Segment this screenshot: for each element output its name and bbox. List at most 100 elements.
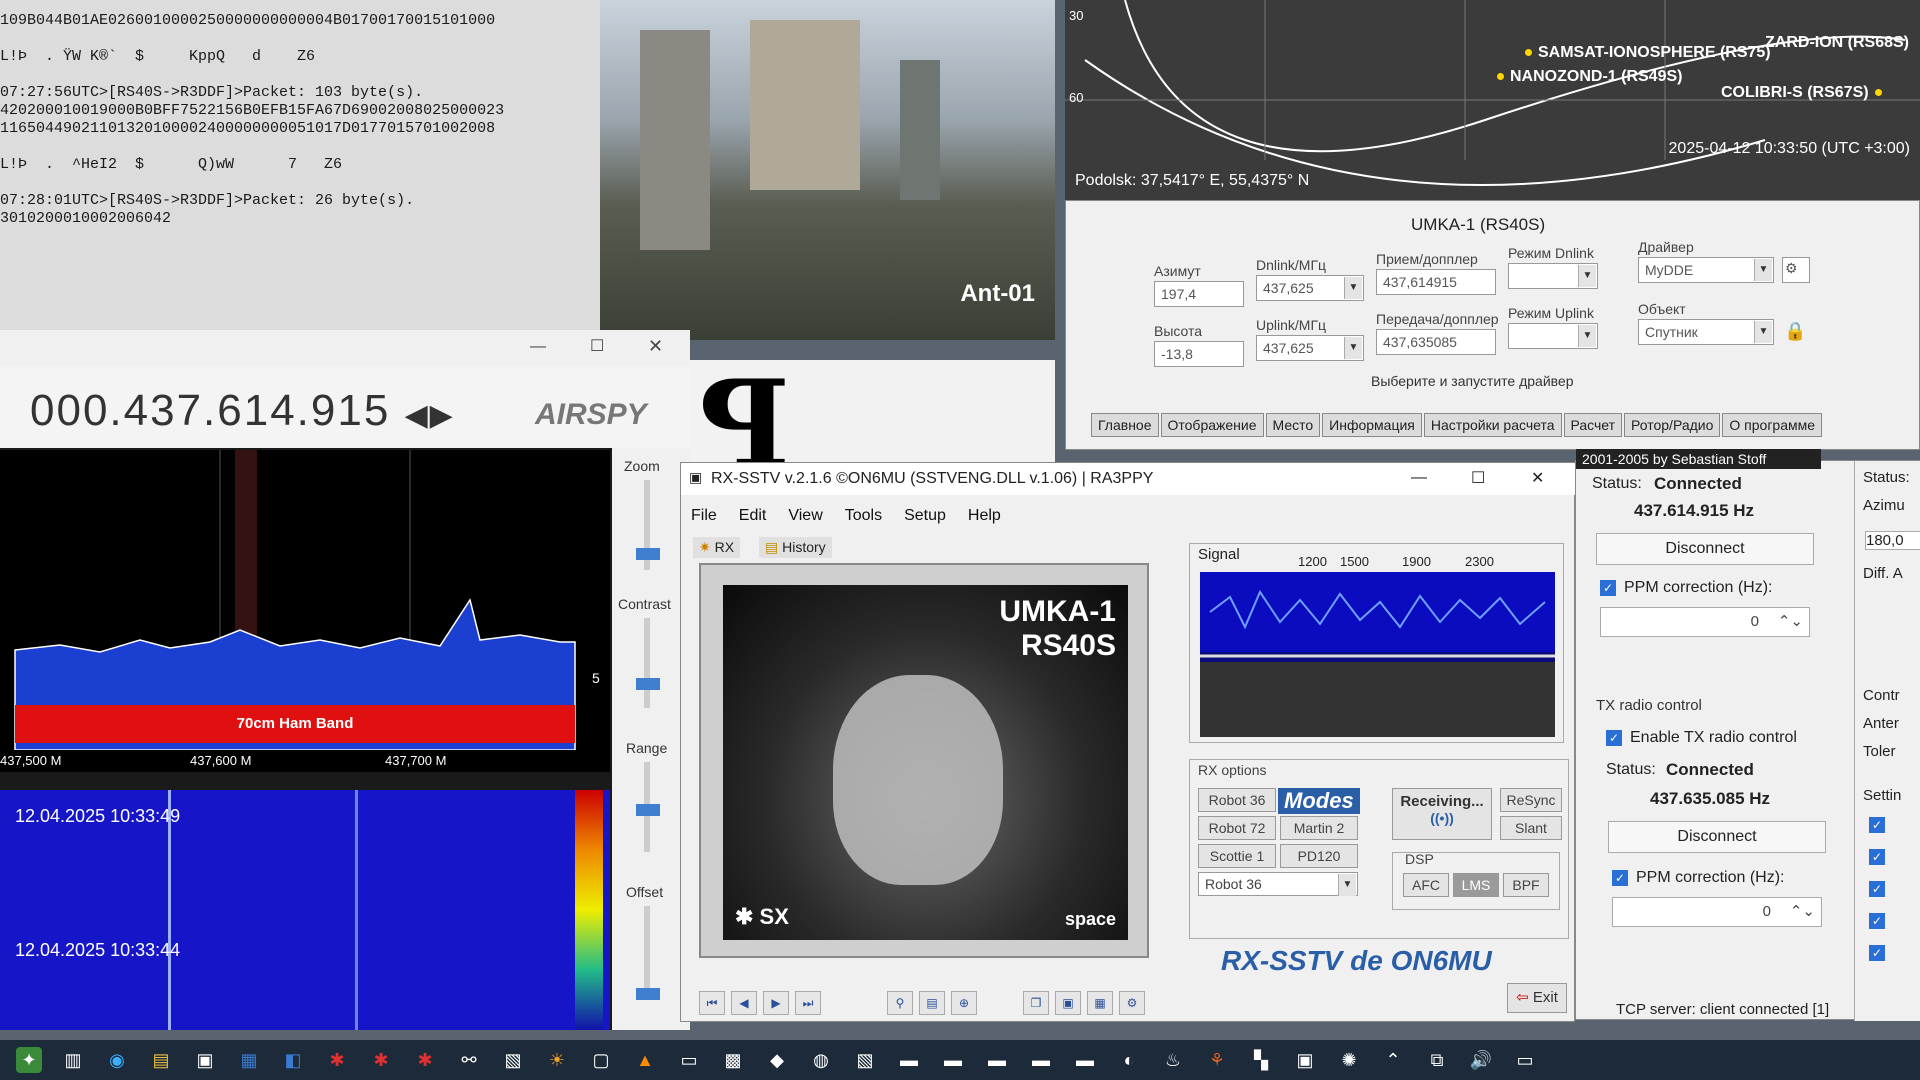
file-explorer-icon[interactable]: ▤ xyxy=(148,1047,174,1073)
volume-icon[interactable]: 🔊 xyxy=(1468,1047,1494,1073)
driver-select[interactable]: MyDDE ▼ xyxy=(1638,257,1774,283)
tab-about[interactable]: О программе xyxy=(1722,413,1823,437)
sun-icon[interactable]: ☀ xyxy=(544,1047,570,1073)
tab-calc-settings[interactable]: Настройки расчета xyxy=(1423,413,1562,437)
tab-location[interactable]: Место xyxy=(1265,413,1321,437)
tx-doppler-field[interactable]: 437,635085 xyxy=(1376,329,1496,355)
receiving-button[interactable]: Receiving... ((•)) xyxy=(1392,788,1492,840)
menu-setup[interactable]: Setup xyxy=(904,507,946,525)
store-icon[interactable]: ▣ xyxy=(192,1047,218,1073)
mail-icon[interactable]: ▦ xyxy=(236,1047,262,1073)
dn-mode-select[interactable]: ▼ xyxy=(1508,263,1598,289)
chevron-down-icon[interactable]: ▼ xyxy=(1344,337,1362,359)
copy-icon[interactable]: ❐ xyxy=(1023,991,1049,1015)
drive-icon[interactable]: ▬ xyxy=(1028,1047,1054,1073)
tab-main[interactable]: Главное xyxy=(1091,413,1159,437)
vlc-icon[interactable]: ▲ xyxy=(632,1047,658,1073)
spin-arrows-icon[interactable]: ⌃⌄ xyxy=(1790,902,1815,920)
waterfall[interactable]: 12.04.2025 10:33:49 12.04.2025 10:33:44 xyxy=(0,790,610,1030)
app-icon[interactable]: ✱ xyxy=(368,1047,394,1073)
notification-icon[interactable]: ▭ xyxy=(1512,1047,1538,1073)
checkbox-icon[interactable]: ✓ xyxy=(1869,817,1885,833)
network-app-icon[interactable]: ⚯ xyxy=(456,1047,482,1073)
enable-tx-checkbox[interactable]: ✓ Enable TX radio control xyxy=(1606,729,1797,747)
checkbox-icon[interactable]: ✓ xyxy=(1869,881,1885,897)
rx-doppler-field[interactable]: 437,614915 xyxy=(1376,269,1496,295)
resync-button[interactable]: ReSync xyxy=(1500,788,1562,812)
object-select[interactable]: Спутник ▼ xyxy=(1638,319,1774,345)
menu-help[interactable]: Help xyxy=(968,507,1001,525)
drive-icon[interactable]: ▬ xyxy=(984,1047,1010,1073)
settings-icon[interactable]: ⚙ xyxy=(1119,991,1145,1015)
dnlink-select[interactable]: 437,625 ▼ xyxy=(1256,275,1364,301)
task-view-icon[interactable]: ▥ xyxy=(60,1047,86,1073)
mode-martin2-button[interactable]: Martin 2 xyxy=(1280,816,1358,840)
app-icon[interactable]: ⚘ xyxy=(1204,1047,1230,1073)
menu-view[interactable]: View xyxy=(788,507,822,525)
terminal-icon[interactable]: ▭ xyxy=(676,1047,702,1073)
mode-robot72-button[interactable]: Robot 72 xyxy=(1198,816,1276,840)
drive-icon[interactable]: ▬ xyxy=(896,1047,922,1073)
map-app-icon[interactable]: ▧ xyxy=(500,1047,526,1073)
zoom-icon[interactable]: ⊕ xyxy=(951,991,977,1015)
tray-chevron-icon[interactable]: ⌃ xyxy=(1380,1047,1406,1073)
azimuth-field[interactable]: 197,4 xyxy=(1154,281,1244,307)
slant-button[interactable]: Slant xyxy=(1500,816,1562,840)
up-mode-select[interactable]: ▼ xyxy=(1508,323,1598,349)
chart-app-icon[interactable]: ▚ xyxy=(1248,1047,1274,1073)
tx-ppm-field[interactable]: 0 ⌃⌄ xyxy=(1612,897,1822,927)
spin-arrows-icon[interactable]: ⌃⌄ xyxy=(1778,612,1803,630)
sat-marker[interactable]: NANOZOND-1 (RS49S) xyxy=(1497,68,1682,86)
save-icon[interactable]: ▣ xyxy=(1055,991,1081,1015)
mode-robot36-button[interactable]: Robot 36 xyxy=(1198,788,1276,812)
close-icon[interactable]: ✕ xyxy=(1531,468,1544,488)
drive-icon[interactable]: ▬ xyxy=(940,1047,966,1073)
frequency-display[interactable]: 000.437.614.915 ◀▶ xyxy=(30,386,455,436)
chevron-down-icon[interactable]: ▼ xyxy=(1344,277,1362,299)
zoom-thumb[interactable] xyxy=(636,548,660,560)
lms-button[interactable]: LMS xyxy=(1453,873,1499,897)
offset-thumb[interactable] xyxy=(636,988,660,1000)
lock-icon[interactable]: 🔒 xyxy=(1784,321,1806,342)
ppm-checkbox[interactable]: ✓ PPM correction (Hz): xyxy=(1600,579,1772,597)
tab-display[interactable]: Отображение xyxy=(1160,413,1264,437)
last-icon[interactable]: ⏭ xyxy=(795,991,821,1015)
network-icon[interactable]: ⧉ xyxy=(1424,1047,1450,1073)
offset-slider[interactable] xyxy=(644,906,650,996)
chevron-down-icon[interactable]: ▼ xyxy=(1338,874,1356,896)
sat-marker[interactable]: SAMSAT-IONOSPHERE (RS75) xyxy=(1525,44,1771,62)
app-icon[interactable]: ◐ xyxy=(1116,1047,1142,1073)
checkbox-icon[interactable]: ✓ xyxy=(1869,945,1885,961)
next-icon[interactable]: ▶ xyxy=(763,991,789,1015)
chevron-down-icon[interactable]: ▼ xyxy=(1754,321,1772,343)
tx-ppm-checkbox[interactable]: ✓ PPM correction (Hz): xyxy=(1612,869,1784,887)
range-thumb[interactable] xyxy=(636,804,660,816)
app-icon[interactable]: ◆ xyxy=(764,1047,790,1073)
contrast-thumb[interactable] xyxy=(636,678,660,690)
prev-icon[interactable]: ◀ xyxy=(731,991,757,1015)
exit-button[interactable]: ⇦ Exit xyxy=(1507,983,1567,1013)
start-icon[interactable]: ✦ xyxy=(16,1047,42,1073)
tx-disconnect-button[interactable]: Disconnect xyxy=(1608,821,1826,853)
contrast-slider[interactable] xyxy=(644,618,650,708)
checkbox-icon[interactable]: ✓ xyxy=(1869,849,1885,865)
checkbox-icon[interactable]: ✓ xyxy=(1869,913,1885,929)
edge-value[interactable]: 180,0 xyxy=(1865,531,1920,550)
mode-select[interactable]: Robot 36 ▼ xyxy=(1198,872,1358,896)
chevron-down-icon[interactable]: ▼ xyxy=(1578,265,1596,287)
window-icon[interactable]: ▣ xyxy=(1292,1047,1318,1073)
rx-tab[interactable]: ✷ RX xyxy=(693,537,741,558)
app-icon[interactable]: ✱ xyxy=(412,1047,438,1073)
folder-icon[interactable]: ▤ xyxy=(919,991,945,1015)
menu-tools[interactable]: Tools xyxy=(845,507,882,525)
minimize-icon[interactable]: — xyxy=(530,338,546,356)
bpf-button[interactable]: BPF xyxy=(1503,873,1549,897)
menu-file[interactable]: File xyxy=(691,507,717,525)
app-icon[interactable]: ✱ xyxy=(324,1047,350,1073)
window-icon[interactable]: ▢ xyxy=(588,1047,614,1073)
tune-arrows-icon[interactable]: ◀▶ xyxy=(405,399,455,432)
tab-calc[interactable]: Расчет xyxy=(1563,413,1623,437)
mode-pd120-button[interactable]: PD120 xyxy=(1280,844,1358,868)
app-icon[interactable]: ♨ xyxy=(1160,1047,1186,1073)
sat-marker[interactable]: ZARD-ION (RS68S) xyxy=(1765,34,1909,52)
